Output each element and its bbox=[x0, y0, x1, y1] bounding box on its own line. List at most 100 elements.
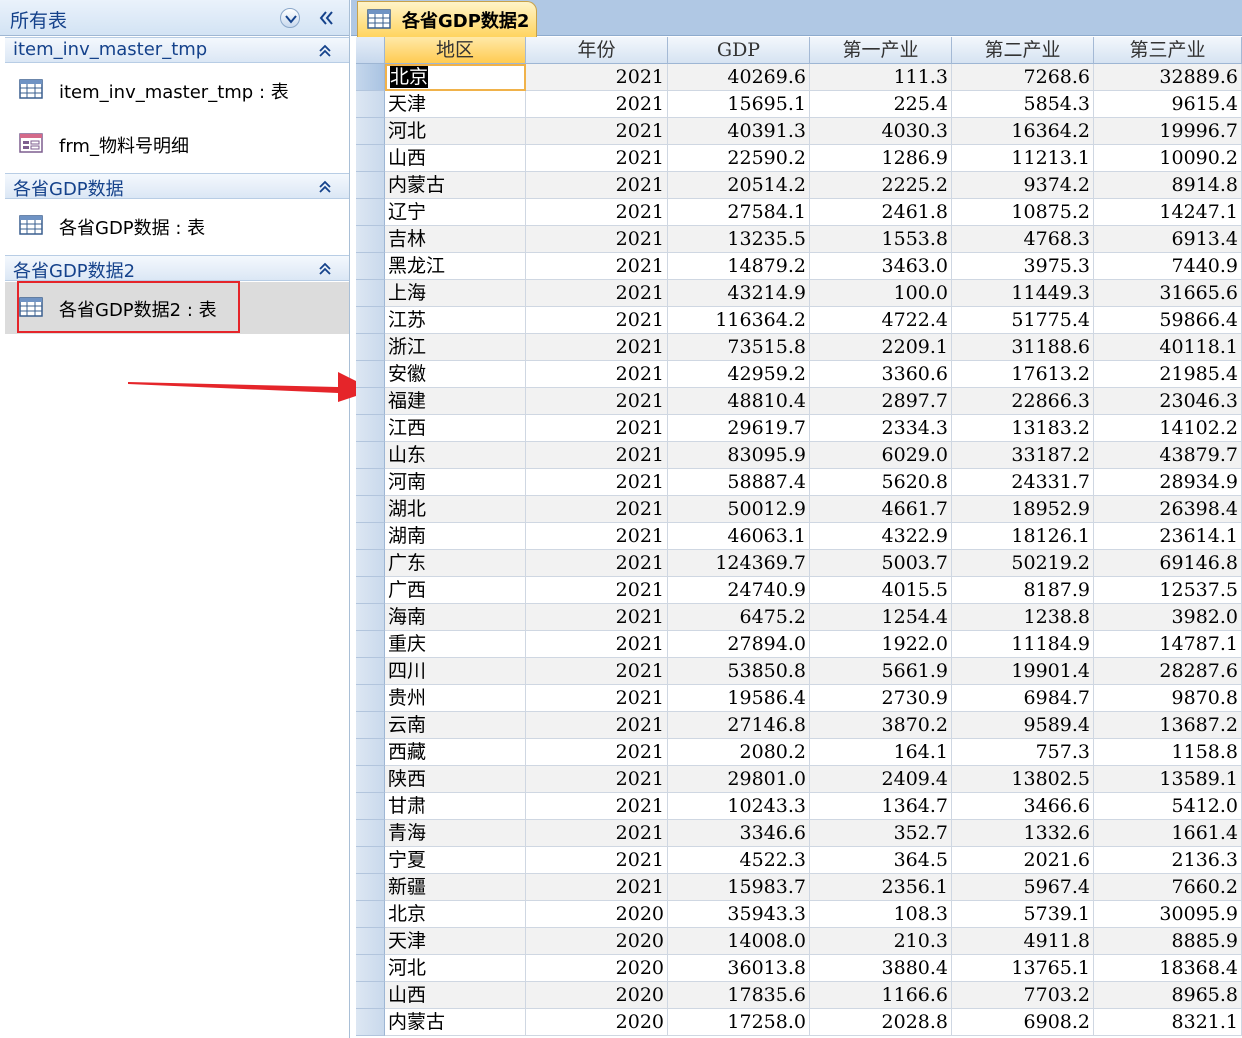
table-cell[interactable]: 吉林 bbox=[385, 226, 526, 253]
row-selector[interactable] bbox=[356, 847, 385, 874]
row-selector[interactable] bbox=[356, 820, 385, 847]
table-cell[interactable]: 13235.5 bbox=[668, 226, 810, 253]
table-cell[interactable]: 42959.2 bbox=[668, 361, 810, 388]
table-cell[interactable]: 8885.9 bbox=[1094, 928, 1242, 955]
table-cell[interactable]: 2225.2 bbox=[810, 172, 952, 199]
table-cell[interactable]: 3463.0 bbox=[810, 253, 952, 280]
table-cell[interactable]: 43879.7 bbox=[1094, 442, 1242, 469]
table-cell[interactable]: 13765.1 bbox=[952, 955, 1094, 982]
table-cell[interactable]: 2021 bbox=[526, 496, 668, 523]
table-cell[interactable]: 32889.6 bbox=[1094, 64, 1242, 91]
table-cell[interactable]: 1286.9 bbox=[810, 145, 952, 172]
row-selector[interactable] bbox=[356, 199, 385, 226]
table-cell[interactable]: 山西 bbox=[385, 982, 526, 1009]
table-cell[interactable]: 2021 bbox=[526, 442, 668, 469]
table-cell[interactable]: 山东 bbox=[385, 442, 526, 469]
table-cell[interactable]: 59866.4 bbox=[1094, 307, 1242, 334]
table-cell[interactable]: 73515.8 bbox=[668, 334, 810, 361]
table-cell[interactable]: 13802.5 bbox=[952, 766, 1094, 793]
table-cell[interactable]: 10090.2 bbox=[1094, 145, 1242, 172]
table-cell[interactable]: 湖北 bbox=[385, 496, 526, 523]
table-cell[interactable]: 5003.7 bbox=[810, 550, 952, 577]
table-cell[interactable]: 4030.3 bbox=[810, 118, 952, 145]
table-cell[interactable]: 40269.6 bbox=[668, 64, 810, 91]
table-cell[interactable]: 1254.4 bbox=[810, 604, 952, 631]
table-cell[interactable]: 116364.2 bbox=[668, 307, 810, 334]
table-cell[interactable]: 7660.2 bbox=[1094, 874, 1242, 901]
table-cell[interactable]: 辽宁 bbox=[385, 199, 526, 226]
table-cell[interactable]: 2020 bbox=[526, 928, 668, 955]
table-cell[interactable]: 51775.4 bbox=[952, 307, 1094, 334]
row-selector[interactable] bbox=[356, 631, 385, 658]
table-cell[interactable]: 重庆 bbox=[385, 631, 526, 658]
table-cell[interactable]: 50219.2 bbox=[952, 550, 1094, 577]
table-cell[interactable]: 18126.1 bbox=[952, 523, 1094, 550]
table-cell[interactable]: 23614.1 bbox=[1094, 523, 1242, 550]
table-cell[interactable]: 6908.2 bbox=[952, 1009, 1094, 1036]
row-selector[interactable] bbox=[356, 658, 385, 685]
table-cell[interactable]: 35943.3 bbox=[668, 901, 810, 928]
table-cell[interactable]: 19996.7 bbox=[1094, 118, 1242, 145]
table-cell[interactable]: 2021 bbox=[526, 766, 668, 793]
chevron-down-icon[interactable] bbox=[280, 8, 300, 28]
table-cell[interactable]: 100.0 bbox=[810, 280, 952, 307]
table-cell[interactable]: 广西 bbox=[385, 577, 526, 604]
table-cell[interactable]: 2021 bbox=[526, 685, 668, 712]
row-selector[interactable] bbox=[356, 118, 385, 145]
row-selector[interactable] bbox=[356, 739, 385, 766]
table-cell[interactable]: 757.3 bbox=[952, 739, 1094, 766]
nav-item-gdp-data-2-table[interactable]: 各省GDP数据2 : 表 bbox=[5, 282, 349, 334]
table-cell[interactable]: 山西 bbox=[385, 145, 526, 172]
nav-item-gdp-data-table[interactable]: 各省GDP数据 : 表 bbox=[5, 200, 349, 252]
table-cell[interactable]: 天津 bbox=[385, 91, 526, 118]
table-cell[interactable]: 7440.9 bbox=[1094, 253, 1242, 280]
table-cell[interactable]: 2021 bbox=[526, 145, 668, 172]
row-selector[interactable] bbox=[356, 874, 385, 901]
table-cell[interactable]: 5412.0 bbox=[1094, 793, 1242, 820]
table-cell[interactable]: 1158.8 bbox=[1094, 739, 1242, 766]
table-cell[interactable]: 2730.9 bbox=[810, 685, 952, 712]
table-cell[interactable]: 4722.4 bbox=[810, 307, 952, 334]
table-cell[interactable]: 11213.1 bbox=[952, 145, 1094, 172]
table-cell[interactable]: 124369.7 bbox=[668, 550, 810, 577]
table-cell[interactable]: 24331.7 bbox=[952, 469, 1094, 496]
table-cell[interactable]: 5739.1 bbox=[952, 901, 1094, 928]
table-cell[interactable]: 2021.6 bbox=[952, 847, 1094, 874]
table-cell[interactable]: 安徽 bbox=[385, 361, 526, 388]
table-cell[interactable]: 30095.9 bbox=[1094, 901, 1242, 928]
row-selector[interactable] bbox=[356, 280, 385, 307]
chevron-up-double-icon[interactable] bbox=[317, 261, 333, 277]
table-cell[interactable]: 西藏 bbox=[385, 739, 526, 766]
table-cell[interactable]: 16364.2 bbox=[952, 118, 1094, 145]
table-cell[interactable]: 河南 bbox=[385, 469, 526, 496]
table-cell[interactable]: 4322.9 bbox=[810, 523, 952, 550]
table-cell[interactable]: 31665.6 bbox=[1094, 280, 1242, 307]
row-selector[interactable] bbox=[356, 982, 385, 1009]
table-cell[interactable]: 2020 bbox=[526, 901, 668, 928]
table-cell[interactable]: 2461.8 bbox=[810, 199, 952, 226]
table-cell[interactable]: 2020 bbox=[526, 982, 668, 1009]
row-selector[interactable] bbox=[356, 928, 385, 955]
table-cell[interactable]: 48810.4 bbox=[668, 388, 810, 415]
table-cell[interactable]: 2356.1 bbox=[810, 874, 952, 901]
table-cell[interactable]: 2020 bbox=[526, 1009, 668, 1036]
table-cell[interactable]: 29619.7 bbox=[668, 415, 810, 442]
row-selector[interactable] bbox=[356, 712, 385, 739]
row-selector[interactable] bbox=[356, 442, 385, 469]
table-cell[interactable]: 11184.9 bbox=[952, 631, 1094, 658]
table-cell[interactable]: 2021 bbox=[526, 64, 668, 91]
table-cell[interactable]: 2136.3 bbox=[1094, 847, 1242, 874]
table-cell[interactable]: 7703.2 bbox=[952, 982, 1094, 1009]
table-cell[interactable]: 111.3 bbox=[810, 64, 952, 91]
table-cell[interactable]: 12537.5 bbox=[1094, 577, 1242, 604]
table-cell[interactable]: 2028.8 bbox=[810, 1009, 952, 1036]
table-cell[interactable]: 17258.0 bbox=[668, 1009, 810, 1036]
table-cell[interactable]: 福建 bbox=[385, 388, 526, 415]
row-selector[interactable] bbox=[356, 577, 385, 604]
row-selector[interactable] bbox=[356, 685, 385, 712]
table-cell[interactable]: 2020 bbox=[526, 955, 668, 982]
table-cell[interactable]: 2021 bbox=[526, 118, 668, 145]
table-cell[interactable]: 11449.3 bbox=[952, 280, 1094, 307]
table-cell[interactable]: 108.3 bbox=[810, 901, 952, 928]
nav-item-item-inv-master-tmp-table[interactable]: item_inv_master_tmp : 表 bbox=[5, 64, 349, 116]
